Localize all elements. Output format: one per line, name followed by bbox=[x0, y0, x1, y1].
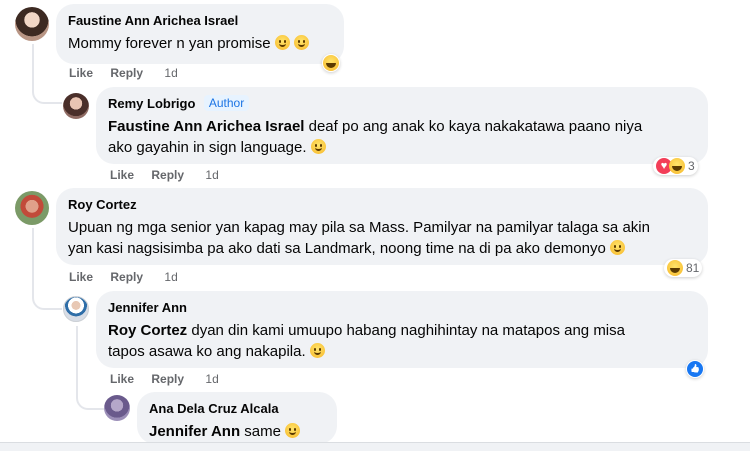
comment-timestamp[interactable]: 1d bbox=[164, 66, 177, 80]
comment-author[interactable]: Roy Cortez bbox=[68, 197, 137, 212]
reply-button[interactable]: Reply bbox=[110, 66, 143, 80]
thread-connector bbox=[76, 380, 104, 410]
reaction-count: 3 bbox=[688, 159, 695, 173]
author-badge: Author bbox=[203, 95, 250, 111]
reaction-summary[interactable] bbox=[322, 54, 340, 72]
comment-text: dyan din kami umuupo habang naghihintay … bbox=[191, 322, 625, 339]
grin-emoji-icon bbox=[610, 240, 625, 255]
comment-actions: Like Reply 1d bbox=[110, 372, 233, 386]
avatar[interactable] bbox=[104, 395, 130, 421]
comment-text: Mommy forever n yan promise bbox=[68, 35, 271, 52]
grin-emoji-icon bbox=[274, 35, 290, 50]
reaction-summary[interactable]: 81 bbox=[664, 259, 703, 277]
comment-author[interactable]: Ana Dela Cruz Alcala bbox=[149, 401, 279, 416]
comment-actions: Like Reply 1d bbox=[110, 168, 233, 182]
comment-bubble: Ana Dela Cruz Alcala Jennifer Ann same bbox=[137, 392, 337, 444]
comment-actions: Like Reply 1d bbox=[69, 66, 192, 80]
comment-author[interactable]: Remy Lobrigo bbox=[108, 96, 195, 111]
like-button[interactable]: Like bbox=[69, 270, 93, 284]
avatar[interactable] bbox=[63, 296, 89, 322]
comment-author[interactable]: Jennifer Ann bbox=[108, 300, 187, 315]
comment-bubble: Faustine Ann Arichea Israel Mommy foreve… bbox=[56, 4, 344, 64]
reply-button[interactable]: Reply bbox=[110, 270, 143, 284]
comment-text: Upuan ng mga senior yan kapag may pila s… bbox=[68, 219, 650, 236]
comment-bubble: Remy Lobrigo Author Faustine Ann Arichea… bbox=[96, 87, 708, 164]
smile-emoji-icon bbox=[285, 423, 301, 438]
avatar[interactable] bbox=[15, 7, 49, 41]
grin-emoji-icon bbox=[309, 343, 325, 358]
like-reaction-icon bbox=[687, 361, 703, 377]
reply-button[interactable]: Reply bbox=[151, 168, 184, 182]
comment-timestamp[interactable]: 1d bbox=[205, 168, 218, 182]
like-button[interactable]: Like bbox=[110, 168, 134, 182]
comment-timestamp[interactable]: 1d bbox=[205, 372, 218, 386]
grin-emoji-icon bbox=[310, 139, 326, 154]
comment-bubble: Roy Cortez Upuan ng mga senior yan kapag… bbox=[56, 188, 708, 265]
haha-reaction-icon bbox=[667, 260, 683, 276]
comment-text: deaf po ang anak ko kaya nakakatawa paan… bbox=[308, 118, 643, 135]
page-bottom-border bbox=[0, 442, 750, 451]
comment-actions: Like Reply 1d bbox=[69, 270, 192, 284]
haha-reaction-icon bbox=[669, 158, 685, 174]
thread-connector bbox=[76, 326, 78, 386]
rofl-emoji-icon bbox=[293, 35, 309, 50]
reaction-summary[interactable]: 3 bbox=[653, 157, 698, 175]
avatar[interactable] bbox=[15, 191, 49, 225]
reaction-summary[interactable] bbox=[686, 360, 704, 378]
comment-text: yan kasi nagsisimba pa ako dati sa Landm… bbox=[68, 240, 606, 257]
reply-button[interactable]: Reply bbox=[151, 372, 184, 386]
reaction-count: 81 bbox=[686, 261, 700, 275]
comment-text: ako gayahin in sign language. bbox=[108, 139, 307, 156]
mention-link[interactable]: Jennifer Ann bbox=[149, 423, 240, 440]
like-button[interactable]: Like bbox=[110, 372, 134, 386]
avatar[interactable] bbox=[63, 93, 89, 119]
mention-link[interactable]: Faustine Ann Arichea Israel bbox=[108, 118, 304, 135]
comment-text: tapos asawa ko ang nakapila. bbox=[108, 343, 306, 360]
comment-timestamp[interactable]: 1d bbox=[164, 270, 177, 284]
comment-author[interactable]: Faustine Ann Arichea Israel bbox=[68, 13, 238, 28]
comment-bubble: Jennifer Ann Roy Cortez dyan din kami um… bbox=[96, 291, 708, 368]
mention-link[interactable]: Roy Cortez bbox=[108, 322, 187, 339]
like-button[interactable]: Like bbox=[69, 66, 93, 80]
haha-reaction-icon bbox=[323, 55, 339, 71]
comment-text: same bbox=[244, 423, 281, 440]
